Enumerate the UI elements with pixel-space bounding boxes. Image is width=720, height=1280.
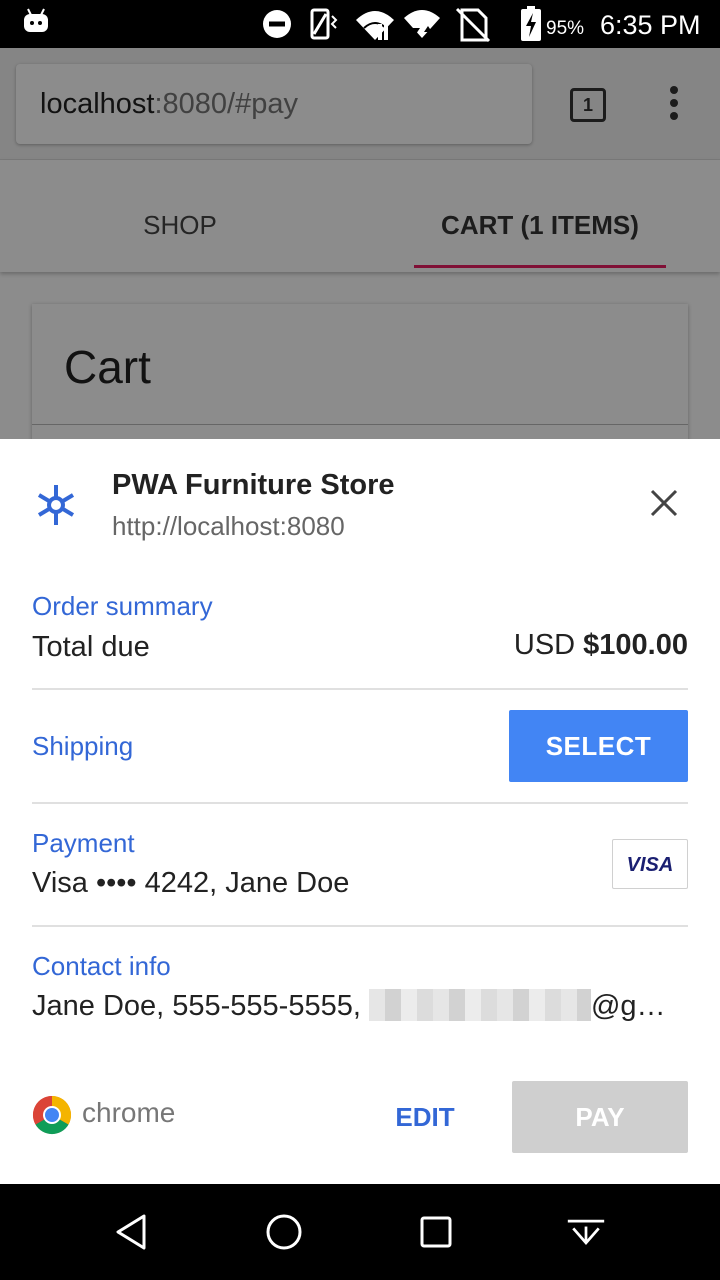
total-currency: USD xyxy=(513,629,576,661)
clock: 6:35 PM xyxy=(600,10,701,40)
contact-email-suffix: @g… xyxy=(590,990,666,1022)
android-icon xyxy=(24,8,48,32)
do-not-disturb-icon xyxy=(263,10,291,38)
shipping-label: Shipping xyxy=(32,731,134,761)
navigation-bar xyxy=(0,1184,720,1280)
vibrate-icon xyxy=(310,8,338,40)
payment-method-value: Visa •••• 4242, Jane Doe xyxy=(32,867,350,899)
visa-card-icon: VISA xyxy=(612,839,688,889)
payment-request-sheet: PWA Furniture Store http://localhost:808… xyxy=(0,439,720,1184)
shipping-select-button[interactable]: SELECT xyxy=(509,710,688,782)
no-sim-icon xyxy=(455,7,491,43)
merchant-name: PWA Furniture Store xyxy=(112,469,395,501)
home-icon[interactable] xyxy=(264,1212,304,1252)
status-bar: 95% 6:35 PM xyxy=(0,0,720,48)
edit-button[interactable]: EDIT xyxy=(380,1081,470,1153)
chrome-logo-icon xyxy=(32,1096,72,1135)
divider xyxy=(32,925,688,927)
merchant-logo-icon xyxy=(37,485,75,525)
redacted-email-block xyxy=(368,989,591,1021)
pay-button[interactable]: PAY xyxy=(512,1081,688,1153)
close-icon[interactable] xyxy=(644,483,684,523)
battery-percent: 95% xyxy=(546,18,585,39)
battery-charging-icon xyxy=(521,6,541,41)
total-value: $100.00 xyxy=(583,629,688,661)
back-icon[interactable] xyxy=(112,1212,152,1252)
recents-icon[interactable] xyxy=(416,1212,456,1252)
order-summary-label[interactable]: Order summary xyxy=(32,591,213,622)
contact-name-phone: Jane Doe, 555-555-5555, xyxy=(32,990,369,1022)
hide-keyboard-icon[interactable] xyxy=(566,1212,606,1252)
signal-icon xyxy=(356,11,394,40)
payment-label: Payment xyxy=(32,828,135,858)
merchant-url: http://localhost:8080 xyxy=(112,511,345,541)
total-due-label: Total due xyxy=(32,631,150,663)
divider xyxy=(32,802,688,804)
wifi-icon xyxy=(404,10,440,38)
divider xyxy=(32,688,688,690)
dim-overlay[interactable] xyxy=(0,48,720,439)
contact-info-label: Contact info xyxy=(32,951,171,981)
chrome-brand: chrome xyxy=(82,1097,176,1128)
total-amount: USD $100.00 xyxy=(514,629,688,662)
contact-info-value: Jane Doe, 555-555-5555, @g… xyxy=(32,989,688,1029)
